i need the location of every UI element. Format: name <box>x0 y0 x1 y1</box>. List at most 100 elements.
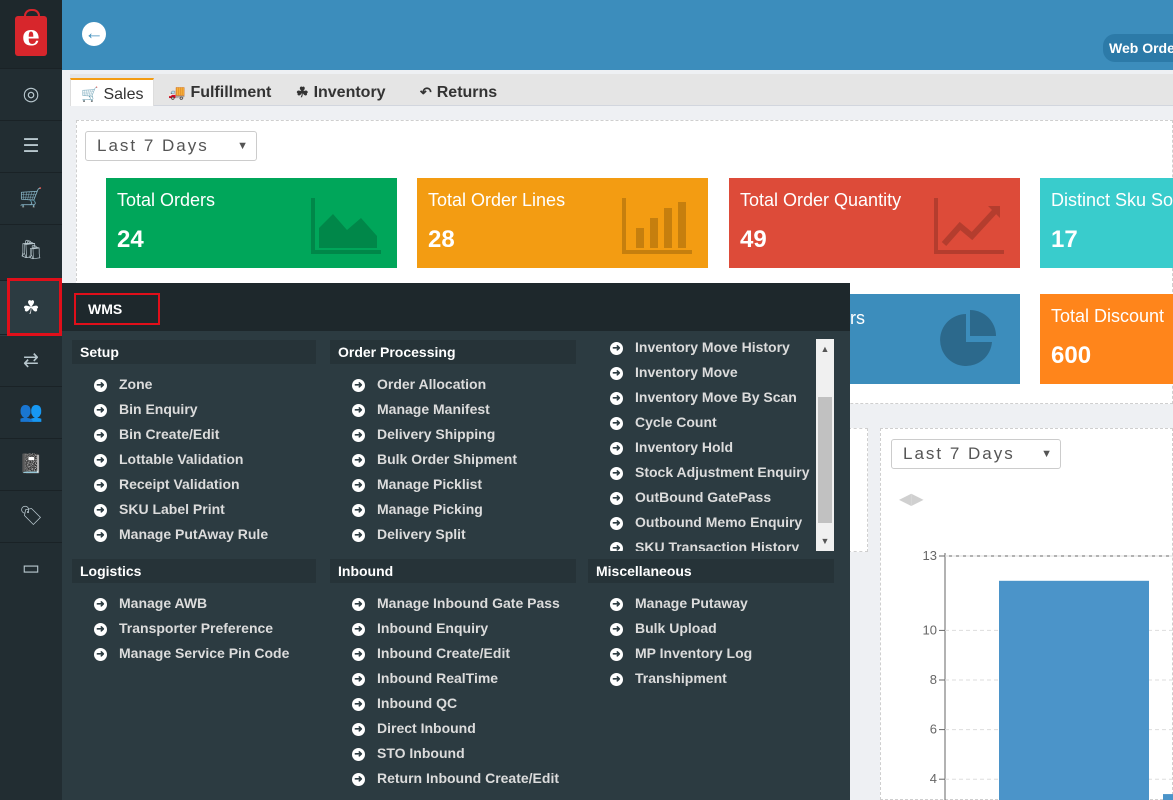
section-header-order-processing: Order Processing <box>330 340 576 364</box>
menu-item-bin-enquiry[interactable]: ➜ Bin Enquiry <box>94 400 198 418</box>
menu-item-label: Inbound Enquiry <box>377 620 489 636</box>
tab-sales[interactable]: 🛒 Sales <box>70 78 155 106</box>
list-icon: ☰ <box>22 136 40 157</box>
menu-item-manage-putaway-rule[interactable]: ➜ Manage PutAway Rule <box>94 525 268 543</box>
sidebar-item-exchange[interactable]: ⇄ <box>0 334 62 386</box>
scroll-up-icon[interactable]: ▲ <box>816 341 834 357</box>
date-range-select[interactable]: Last 7 Days ▼ <box>85 131 257 161</box>
menu-item-bin-create-edit[interactable]: ➜ Bin Create/Edit <box>94 425 219 443</box>
brand-logo[interactable]: e <box>0 0 62 68</box>
card-distinct-sku[interactable]: Distinct Sku So 17 <box>1040 178 1173 268</box>
arrow-circle-right-icon: ➜ <box>352 648 365 661</box>
tab-label: Returns <box>436 84 498 101</box>
caret-down-icon: ▼ <box>237 140 248 152</box>
arrow-circle-right-icon: ➜ <box>610 492 623 505</box>
menu-item-inbound-qc[interactable]: ➜ Inbound QC <box>352 694 457 712</box>
menu-item-label: Inventory Move History <box>635 339 790 355</box>
y-tick-label: 8 <box>930 672 937 687</box>
menu-item-return-inbound-create-edit[interactable]: ➜ Return Inbound Create/Edit <box>352 769 559 787</box>
menu-item-receipt-validation[interactable]: ➜ Receipt Validation <box>94 475 240 493</box>
menu-item-inventory-hold[interactable]: ➜ Inventory Hold <box>610 438 733 456</box>
line-chart-icon <box>934 198 1004 254</box>
menu-item-sku-label-print[interactable]: ➜ SKU Label Print <box>94 500 225 518</box>
tab-returns[interactable]: ↶ Returns <box>420 78 497 106</box>
arrow-circle-right-icon: ➜ <box>352 723 365 736</box>
menu-item-manage-awb[interactable]: ➜ Manage AWB <box>94 594 207 612</box>
chart-bar[interactable] <box>999 580 1149 800</box>
app-root: e ◎ ☰ 🛒 🛍 ☘ ⇄ 👥 📓 🏷 ▭ ← Web Orde 🛒 Sales 🚚 Fulfillm… <box>0 0 1173 800</box>
menu-item-inbound-enquiry[interactable]: ➜ Inbound Enquiry <box>352 619 488 637</box>
menu-item-delivery-shipping[interactable]: ➜ Delivery Shipping <box>352 425 495 443</box>
chart-bar[interactable] <box>1163 794 1173 800</box>
menu-item-sto-inbound[interactable]: ➜ STO Inbound <box>352 744 465 762</box>
menu-item-direct-inbound[interactable]: ➜ Direct Inbound <box>352 719 476 737</box>
scroll-thumb[interactable] <box>818 397 832 523</box>
card-total-orders[interactable]: Total Orders 24 <box>106 178 397 268</box>
card-total-order-quantity[interactable]: Total Order Quantity 49 <box>729 178 1020 268</box>
sidebar-item-book[interactable]: 📓 <box>0 438 62 490</box>
truck-icon: 🚚 <box>168 84 186 100</box>
card-title: Total Orders <box>117 190 216 210</box>
arrow-circle-right-icon: ➜ <box>610 392 623 405</box>
menu-item-bulk-upload[interactable]: ➜ Bulk Upload <box>610 619 717 637</box>
sidebar-item-user-plus[interactable]: 👥 <box>0 386 62 438</box>
menu-item-manage-picklist[interactable]: ➜ Manage Picklist <box>352 475 482 493</box>
section-header-miscellaneous: Miscellaneous <box>588 559 834 583</box>
sidebar-item-dashboard[interactable]: ◎ <box>0 68 62 120</box>
tab-inventory[interactable]: ☘ Inventory <box>296 78 386 106</box>
card-orders-partial[interactable]: rs <box>840 294 1020 384</box>
menu-item-manage-inbound-gate-pass[interactable]: ➜ Manage Inbound Gate Pass <box>352 594 560 612</box>
y-tick-label: 6 <box>930 722 937 737</box>
menu-item-transporter-preference[interactable]: ➜ Transporter Preference <box>94 619 273 637</box>
arrow-circle-right-icon: ➜ <box>352 748 365 761</box>
menu-item-mp-inventory-log[interactable]: ➜ MP Inventory Log <box>610 644 752 662</box>
card-total-discount[interactable]: Total Discount 600 <box>1040 294 1173 384</box>
menu-item-manage-picking[interactable]: ➜ Manage Picking <box>352 500 483 518</box>
sidebar-item-list[interactable]: ☰ <box>0 120 62 172</box>
menu-item-label: Manage PutAway Rule <box>119 526 269 542</box>
arrow-circle-right-icon: ➜ <box>352 504 365 517</box>
menu-item-outbound-gatepass[interactable]: ➜ OutBound GatePass <box>610 488 771 506</box>
tab-fulfillment[interactable]: 🚚 Fulfillment <box>168 78 271 106</box>
menu-item-cycle-count[interactable]: ➜ Cycle Count <box>610 413 717 431</box>
menu-item-sku-transaction-history[interactable]: ➜ SKU Transaction History <box>610 538 799 551</box>
menu-item-zone[interactable]: ➜ Zone <box>94 375 152 393</box>
card-title: rs <box>850 308 865 328</box>
card-total-order-lines[interactable]: Total Order Lines 28 <box>417 178 708 268</box>
menu-item-manage-manifest[interactable]: ➜ Manage Manifest <box>352 400 490 418</box>
exchange-icon: ⇄ <box>23 350 39 371</box>
menu-item-outbound-memo-enquiry[interactable]: ➜ Outbound Memo Enquiry <box>610 513 802 531</box>
user-plus-icon: 👥 <box>19 402 43 423</box>
menu-item-order-allocation[interactable]: ➜ Order Allocation <box>352 375 486 393</box>
arrow-circle-right-icon: ➜ <box>352 598 365 611</box>
menu-item-inventory-move-history[interactable]: ➜ Inventory Move History <box>610 338 790 356</box>
sidebar-item-tag[interactable]: 🏷 <box>0 490 62 542</box>
sidebar-item-shopping-bag[interactable]: 🛍 <box>0 224 62 276</box>
menu-item-lottable-validation[interactable]: ➜ Lottable Validation <box>94 450 243 468</box>
menu-item-label: Delivery Split <box>377 526 466 542</box>
menu-item-manage-putaway[interactable]: ➜ Manage Putaway <box>610 594 748 612</box>
menu-item-bulk-order-shipment[interactable]: ➜ Bulk Order Shipment <box>352 450 517 468</box>
wms-title[interactable]: WMS <box>74 293 160 325</box>
sidebar-item-cart[interactable]: 🛒 <box>0 172 62 224</box>
web-order-button[interactable]: Web Orde <box>1103 34 1173 62</box>
menu-item-transhipment[interactable]: ➜ Transhipment <box>610 669 727 687</box>
menu-item-inbound-create-edit[interactable]: ➜ Inbound Create/Edit <box>352 644 510 662</box>
arrow-circle-right-icon: ➜ <box>610 417 623 430</box>
menu-item-stock-adjustment-enquiry[interactable]: ➜ Stock Adjustment Enquiry <box>610 463 810 481</box>
menu-item-manage-service-pin-code[interactable]: ➜ Manage Service Pin Code <box>94 644 289 662</box>
menu-item-inbound-realtime[interactable]: ➜ Inbound RealTime <box>352 669 498 687</box>
menu-item-delivery-split[interactable]: ➜ Delivery Split <box>352 525 466 543</box>
arrow-circle-left-icon[interactable]: ← <box>82 22 106 46</box>
arrow-circle-right-icon: ➜ <box>610 467 623 480</box>
menu-item-inventory-move-by-scan[interactable]: ➜ Inventory Move By Scan <box>610 388 797 406</box>
card-value: 49 <box>740 226 767 253</box>
scroll-down-icon[interactable]: ▼ <box>816 533 834 549</box>
menu-item-inventory-move[interactable]: ➜ Inventory Move <box>610 363 738 381</box>
menu-item-label: Transhipment <box>635 670 727 686</box>
menu-scrollbar[interactable]: ▲ ▼ <box>816 339 834 551</box>
menu-item-label: Manage Inbound Gate Pass <box>377 595 560 611</box>
menu-item-label: SKU Label Print <box>119 501 225 517</box>
menu-item-label: Bulk Order Shipment <box>377 451 518 467</box>
sidebar-item-credit-card[interactable]: ▭ <box>0 542 62 594</box>
